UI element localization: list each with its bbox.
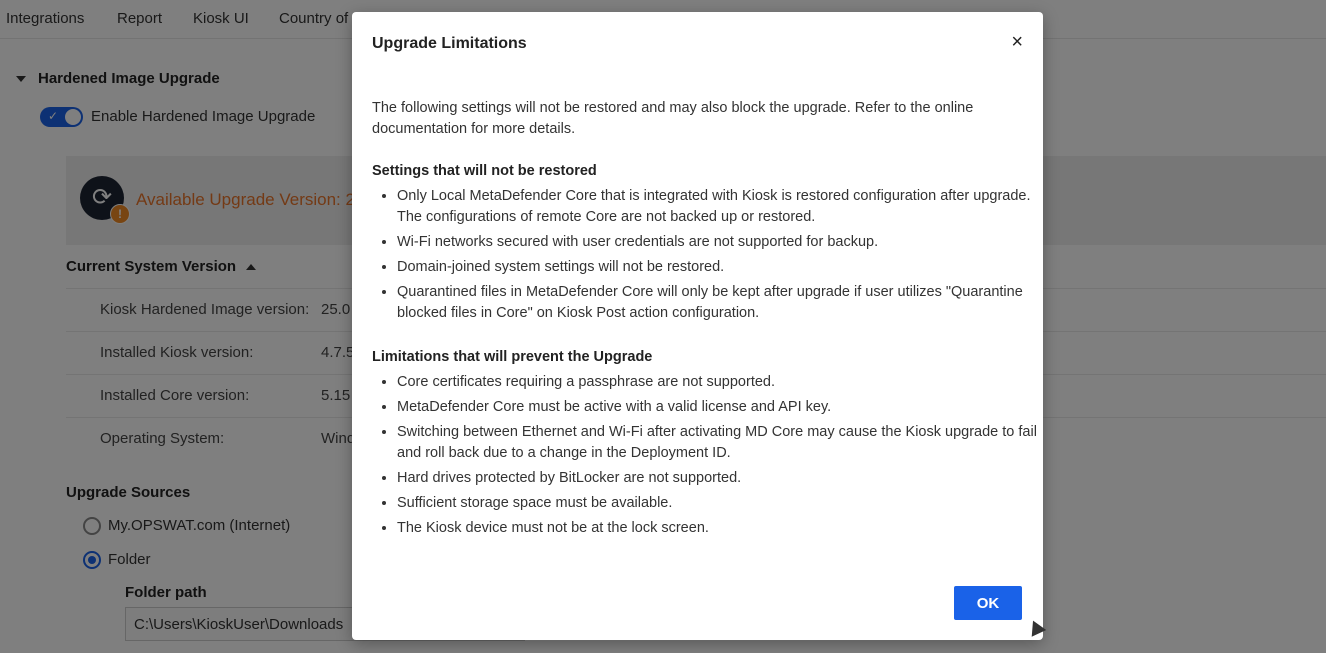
list-item: Only Local MetaDefender Core that is int… [397, 186, 1052, 228]
list-item: Domain-joined system settings will not b… [397, 257, 1052, 278]
list-item: Hard drives protected by BitLocker are n… [397, 468, 1052, 489]
list-item: The Kiosk device must not be at the lock… [397, 518, 1052, 539]
settings-not-restored-list: Only Local MetaDefender Core that is int… [372, 186, 1052, 328]
list-item: Wi-Fi networks secured with user credent… [397, 232, 1052, 253]
ok-button[interactable]: OK [954, 586, 1022, 620]
list-item: Core certificates requiring a passphrase… [397, 372, 1052, 393]
settings-not-restored-heading: Settings that will not be restored [372, 163, 597, 179]
upgrade-limitations-heading: Limitations that will prevent the Upgrad… [372, 349, 653, 365]
upgrade-limitations-dialog: Upgrade Limitations × The following sett… [352, 12, 1043, 640]
list-item: Sufficient storage space must be availab… [397, 493, 1052, 514]
dialog-intro-text: The following settings will not be resto… [372, 100, 974, 137]
dialog-title: Upgrade Limitations [372, 35, 527, 52]
close-icon[interactable]: × [1011, 32, 1023, 52]
upgrade-limitations-list: Core certificates requiring a passphrase… [372, 372, 1052, 543]
list-item: Switching between Ethernet and Wi-Fi aft… [397, 422, 1052, 464]
list-item: Quarantined files in MetaDefender Core w… [397, 282, 1052, 324]
list-item: MetaDefender Core must be active with a … [397, 397, 1052, 418]
